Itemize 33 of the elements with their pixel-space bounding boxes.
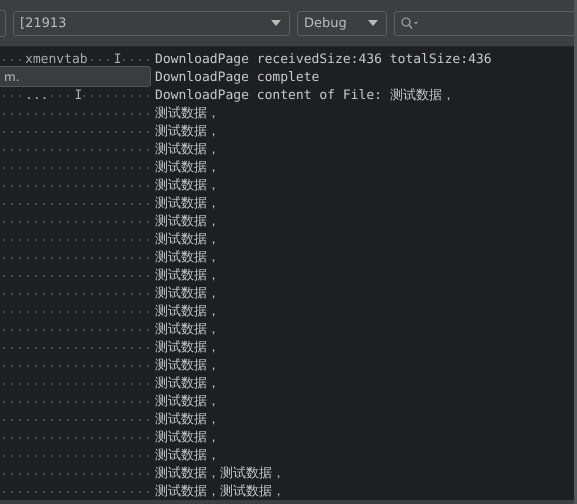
log-message: 测试数据， xyxy=(155,339,220,356)
log-message: 测试数据， xyxy=(155,195,220,212)
log-message: 测试数据， xyxy=(155,231,220,248)
log-message: 测试数据，测试数据， xyxy=(155,465,285,482)
log-message: 测试数据， xyxy=(155,429,220,446)
process-dropdown[interactable]: [21913 xyxy=(13,10,290,36)
log-message: 测试数据， xyxy=(155,321,220,338)
log-message: 测试数据， xyxy=(155,303,220,320)
log-level-dropdown[interactable]: Debug xyxy=(297,10,387,36)
log-tag: xmenvtab xyxy=(25,52,88,66)
log-message: 测试数据， xyxy=(155,375,220,392)
log-message: 测试数据， xyxy=(155,105,220,122)
log-message: 测试数据， xyxy=(155,447,220,464)
log-message: DownloadPage content of File: 测试数据， xyxy=(155,87,455,104)
log-message: 测试数据， xyxy=(155,357,220,374)
log-message: 测试数据， xyxy=(155,213,220,230)
log-message: DownloadPage complete xyxy=(155,70,320,84)
search-icon xyxy=(401,17,419,29)
caret-icon xyxy=(368,20,378,26)
search-field[interactable] xyxy=(394,10,574,36)
log-message: 测试数据， xyxy=(155,159,220,176)
log-message: 测试数据，测试数据， xyxy=(155,483,285,500)
log-message: 测试数据， xyxy=(155,267,220,284)
log-message: 测试数据， xyxy=(155,411,220,428)
tooltip-text: m. xyxy=(4,70,20,84)
log-message: DownloadPage receivedSize:436 totalSize:436 xyxy=(155,52,492,66)
log-message: 测试数据， xyxy=(155,285,220,302)
log-message: 测试数据， xyxy=(155,249,220,266)
log-message: 测试数据， xyxy=(155,141,220,158)
log-message: 测试数据， xyxy=(155,177,220,194)
caret-icon xyxy=(271,20,281,26)
log-message: 测试数据， xyxy=(155,393,220,410)
log-message: 测试数据， xyxy=(155,123,220,140)
